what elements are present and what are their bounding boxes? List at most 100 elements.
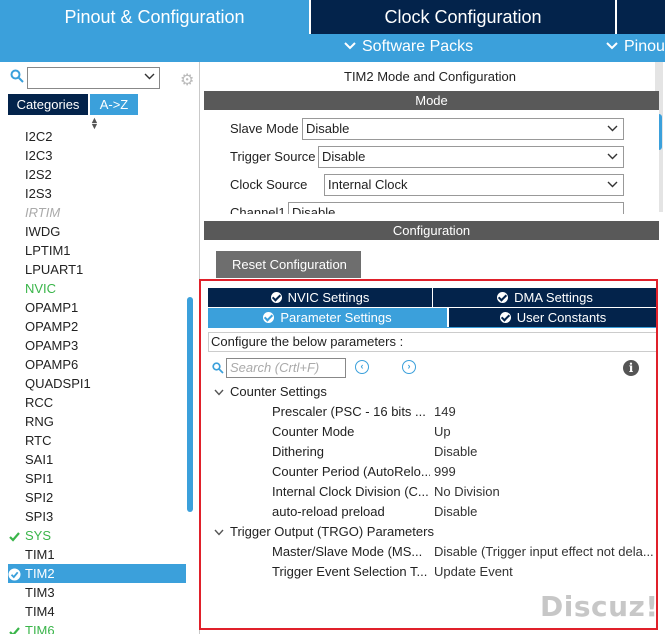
list-item[interactable]: SYS (8, 526, 186, 545)
list-item[interactable]: TIM2 (8, 564, 186, 583)
list-item[interactable]: OPAMP2 (8, 317, 186, 336)
list-item[interactable]: SPI2 (8, 488, 186, 507)
parameter-value[interactable]: Disable (434, 444, 656, 459)
chevron-down-icon[interactable] (214, 388, 224, 399)
parameter-row[interactable]: Trigger Event Selection T... Update Event (272, 564, 657, 584)
trigger-source-value: Disable (322, 149, 366, 164)
tab-parameter-settings-label: Parameter Settings (280, 310, 392, 325)
list-item[interactable]: I2C3 (8, 146, 186, 165)
parameter-group-label: Trigger Output (TRGO) Parameters (230, 524, 434, 539)
list-item-label: RCC (25, 395, 54, 410)
parameter-name: auto-reload preload (272, 504, 385, 519)
list-item-label: SPI3 (25, 509, 54, 524)
tab-a-z[interactable]: A->Z (90, 94, 138, 115)
list-item-label: OPAMP3 (25, 338, 79, 353)
clock-source-value: Internal Clock (328, 177, 408, 192)
top-tab-bar: Pinout & Configuration Clock Configurati… (0, 0, 665, 34)
tab-categories[interactable]: Categories (8, 94, 88, 115)
list-item[interactable]: SAI1 (8, 450, 186, 469)
list-item[interactable]: RNG (8, 412, 186, 431)
list-item-label: OPAMP6 (25, 357, 79, 372)
list-item-label: I2S2 (25, 167, 52, 182)
parameter-name: Prescaler (PSC - 16 bits ... (272, 404, 426, 419)
list-item[interactable]: QUADSPI1 (8, 374, 186, 393)
parameter-value[interactable]: 149 (434, 404, 656, 419)
channel1-select[interactable]: Disable (288, 202, 624, 214)
gear-icon[interactable]: ⚙ (180, 70, 194, 90)
chevron-down-icon (607, 175, 618, 195)
chevron-down-icon (607, 147, 618, 167)
list-item-label: SYS (25, 528, 52, 543)
tab-nvic-settings[interactable]: NVIC Settings (208, 288, 432, 307)
list-item[interactable]: LPUART1 (8, 260, 186, 279)
list-item[interactable]: IWDG (8, 222, 186, 241)
sub-menu-bar: Software Packs Pinou (0, 34, 665, 62)
parameter-value[interactable]: Disable (Trigger input effect not dela..… (434, 544, 656, 559)
list-item[interactable]: SPI3 (8, 507, 186, 526)
peripheral-list: ▲ ▼ I2C2 I2C3 I2S2 I2S3 IRTIM IWDG LPTIM1 LPUART… (8, 117, 188, 634)
parameter-row[interactable]: Internal Clock Division (C... No Division (272, 484, 657, 504)
list-item-label: IWDG (25, 224, 61, 239)
parameter-row[interactable]: Master/Slave Mode (MS... Disable (Trigger… (272, 544, 657, 564)
list-item[interactable]: I2C2 (8, 127, 186, 146)
tab-dma-settings[interactable]: DMA Settings (433, 288, 657, 307)
parameter-value[interactable]: Update Event (434, 564, 656, 579)
search-input[interactable] (27, 67, 160, 89)
list-item-label: I2C2 (25, 129, 53, 144)
search-icon (10, 69, 24, 83)
list-item[interactable]: TIM4 (8, 602, 186, 621)
list-item[interactable]: OPAMP6 (8, 355, 186, 374)
list-item-label: LPUART1 (25, 262, 84, 277)
info-icon[interactable]: i (623, 360, 639, 376)
parameter-row[interactable]: Counter Period (AutoRelo... 999 (272, 464, 657, 484)
next-match-icon[interactable]: › (402, 360, 416, 374)
parameter-group[interactable]: Counter Settings (214, 384, 327, 399)
configure-instructions: Configure the below parameters : (208, 332, 657, 352)
software-packs-menu[interactable]: Software Packs (344, 38, 473, 56)
list-item[interactable]: IRTIM (8, 203, 186, 222)
list-item[interactable]: OPAMP1 (8, 298, 186, 317)
list-item[interactable]: TIM6 (8, 621, 186, 634)
list-item[interactable]: RCC (8, 393, 186, 412)
slave-mode-select[interactable]: Disable (302, 118, 624, 140)
parameter-search-input[interactable]: Search (Crtl+F) (226, 358, 346, 378)
parameter-value[interactable]: Up (434, 424, 656, 439)
clock-source-select[interactable]: Internal Clock (324, 174, 624, 196)
trigger-source-select[interactable]: Disable (318, 146, 624, 168)
list-item[interactable]: RTC (8, 431, 186, 450)
parameter-row[interactable]: auto-reload preload Disable (272, 504, 657, 524)
list-item[interactable]: I2S3 (8, 184, 186, 203)
list-item[interactable]: SPI1 (8, 469, 186, 488)
chevron-down-icon[interactable] (144, 71, 155, 83)
tab-parameter-settings[interactable]: Parameter Settings (208, 308, 447, 327)
tab-clock-configuration[interactable]: Clock Configuration (311, 0, 615, 34)
mode-header: Mode (204, 91, 659, 110)
list-item-label: TIM2 (25, 566, 55, 581)
parameter-row[interactable]: Counter Mode Up (272, 424, 657, 444)
tab-user-constants[interactable]: User Constants (449, 308, 657, 327)
reset-configuration-button[interactable]: Reset Configuration (216, 251, 361, 278)
list-item[interactable]: NVIC (8, 279, 186, 298)
chevron-down-icon (607, 119, 618, 139)
parameter-value[interactable]: Disable (434, 504, 656, 519)
tab-more[interactable] (617, 0, 665, 34)
parameter-group[interactable]: Trigger Output (TRGO) Parameters (214, 524, 434, 539)
list-item[interactable]: OPAMP3 (8, 336, 186, 355)
parameter-value[interactable]: No Division (434, 484, 656, 499)
tab-pinout-configuration[interactable]: Pinout & Configuration (0, 0, 309, 34)
parameter-value[interactable]: 999 (434, 464, 656, 479)
parameter-group-label: Counter Settings (230, 384, 327, 399)
parameter-row[interactable]: Prescaler (PSC - 16 bits ... 149 (272, 404, 657, 424)
list-item-label: LPTIM1 (25, 243, 71, 258)
list-item[interactable]: I2S2 (8, 165, 186, 184)
chevron-down-icon[interactable] (214, 528, 224, 539)
parameter-row[interactable]: Dithering Disable (272, 444, 657, 464)
list-item[interactable]: TIM1 (8, 545, 186, 564)
pinout-menu[interactable]: Pinou (606, 38, 665, 56)
sidebar-scrollbar[interactable] (187, 297, 193, 512)
list-item[interactable]: LPTIM1 (8, 241, 186, 260)
list-item-label: SPI1 (25, 471, 54, 486)
check-circle-icon (499, 312, 511, 323)
list-item[interactable]: TIM3 (8, 583, 186, 602)
previous-match-icon[interactable]: ‹ (355, 360, 369, 374)
